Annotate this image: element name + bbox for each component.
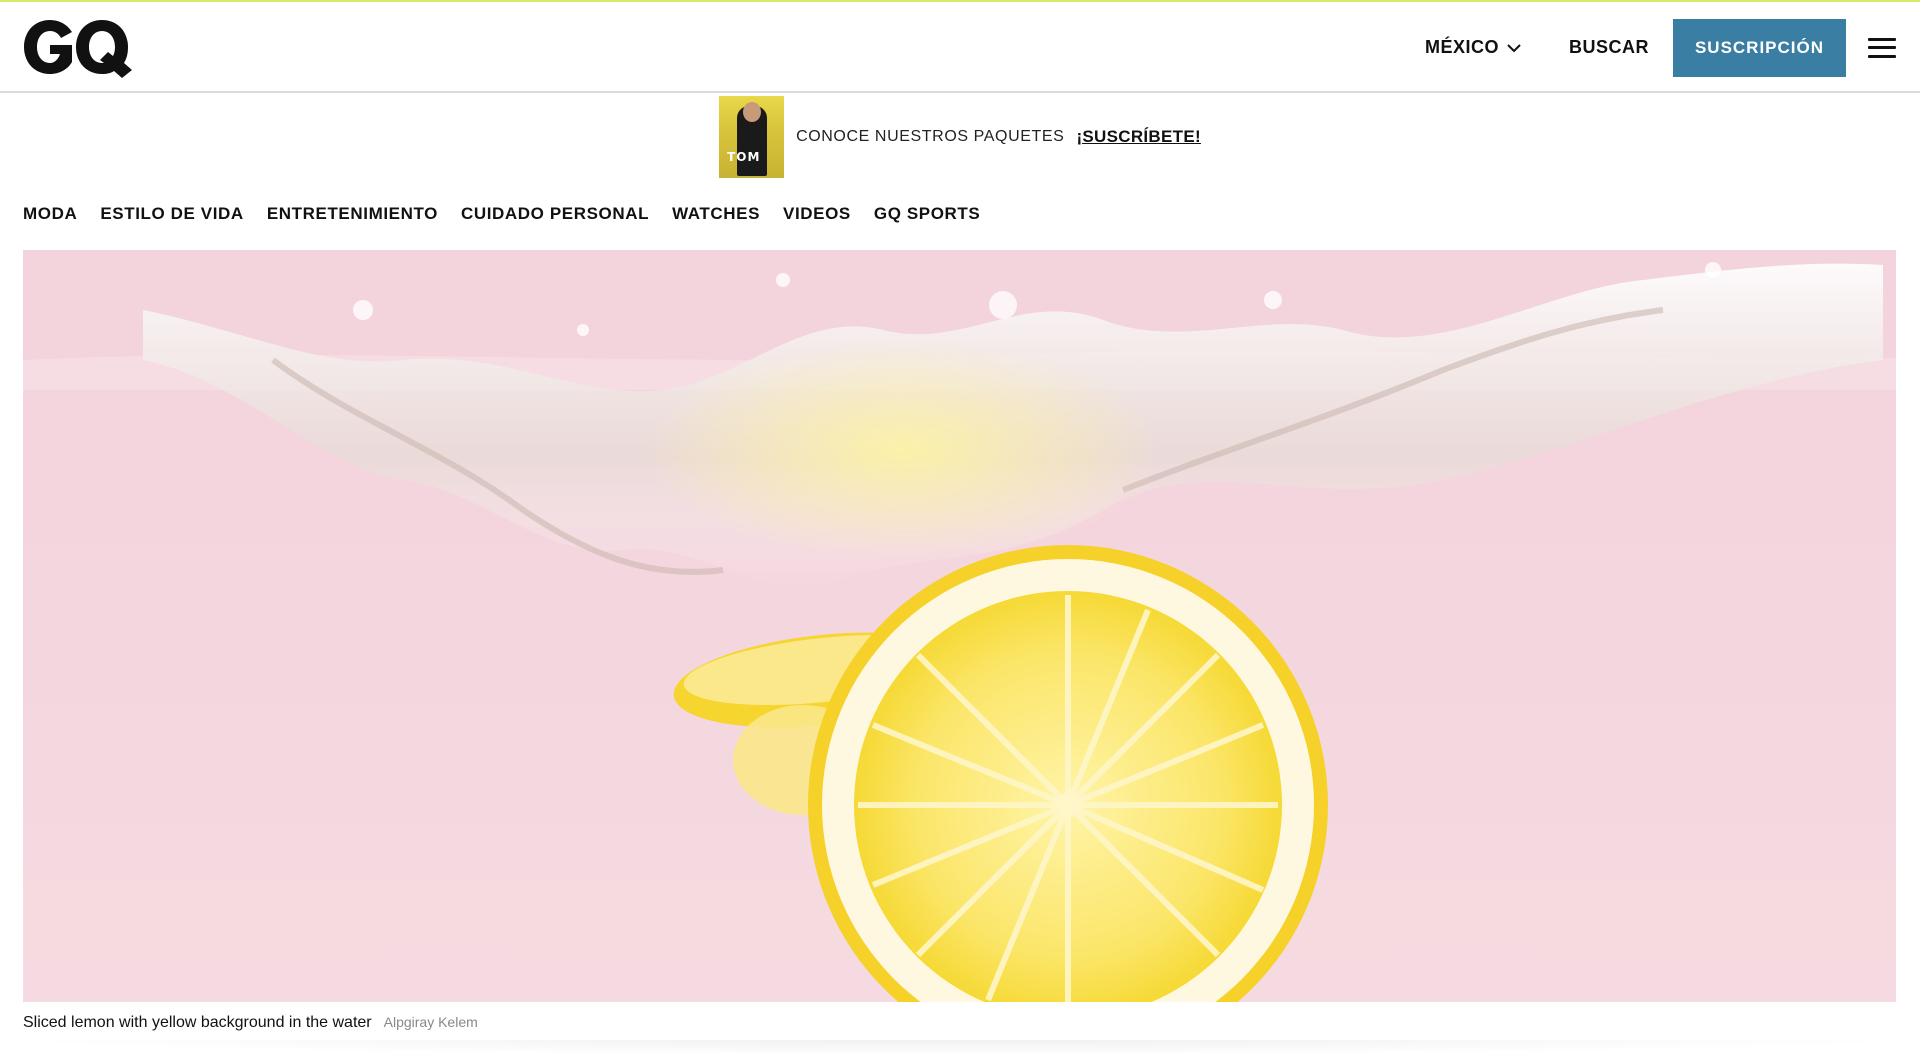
subscription-promo: TOM CONOCE NUESTROS PAQUETES ¡SUSCRÍBETE… [0,95,1920,179]
magazine-cover-image[interactable]: TOM [719,96,785,178]
menu-bar [1868,37,1896,41]
category-nav: MODA ESTILO DE VIDA ENTRETENIMIENTO CUID… [23,196,980,232]
menu-icon[interactable] [1868,36,1896,60]
bottom-fade [0,1040,1920,1055]
menu-bar [1868,54,1896,58]
cover-text: TOM [727,150,761,164]
subscribe-link[interactable]: ¡SUSCRÍBETE! [1076,127,1201,147]
nav-item-cuidado-personal[interactable]: CUIDADO PERSONAL [461,204,649,224]
chevron-down-icon [1507,43,1521,52]
nav-item-videos[interactable]: VIDEOS [783,204,851,224]
subscribe-button[interactable]: SUSCRIPCIÓN [1673,18,1846,77]
promo-text: CONOCE NUESTROS PAQUETES [796,128,1065,145]
menu-bar [1868,46,1896,49]
nav-item-estilo-de-vida[interactable]: ESTILO DE VIDA [100,204,243,224]
hero-caption: Sliced lemon with yellow background in t… [23,1014,478,1032]
caption-text: Sliced lemon with yellow background in t… [23,1014,372,1031]
gq-logo-icon [24,20,132,78]
nav-item-entretenimiento[interactable]: ENTRETENIMIENTO [267,204,438,224]
gq-logo[interactable] [22,16,134,78]
country-label: MÉXICO [1424,37,1499,57]
header-nav: MÉXICO BUSCAR SUSCRIPCIÓN [1425,2,1920,93]
photo-credit: Alpgiray Kelem [383,1014,478,1030]
nav-item-gq-sports[interactable]: GQ SPORTS [874,204,980,224]
nav-item-watches[interactable]: WATCHES [672,204,760,224]
nav-item-moda[interactable]: MODA [23,204,77,224]
hero-image [23,250,1896,1002]
site-header: MÉXICO BUSCAR SUSCRIPCIÓN [0,2,1920,93]
search-link[interactable]: BUSCAR [1569,37,1649,58]
lemon-splash-illustration [23,250,1896,1002]
cover-head [743,102,762,122]
country-selector[interactable]: MÉXICO [1425,37,1523,58]
